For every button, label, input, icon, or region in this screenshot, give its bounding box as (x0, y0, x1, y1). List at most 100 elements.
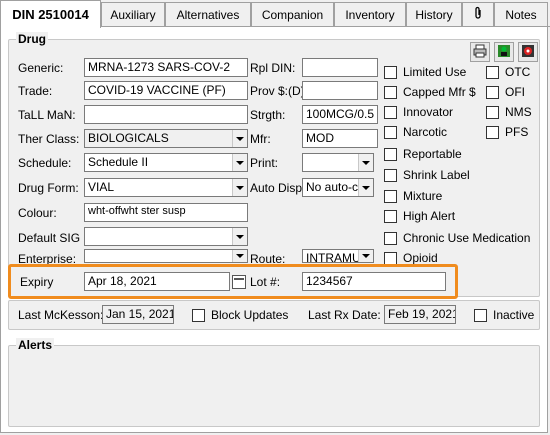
print-button[interactable] (470, 42, 490, 62)
tab-history[interactable]: History (406, 2, 462, 26)
checkbox-box[interactable] (384, 251, 397, 265)
schedule-select[interactable]: Schedule II (84, 153, 248, 172)
otc-label: OTC (505, 65, 531, 79)
dropdown-arrow-icon[interactable] (232, 228, 247, 245)
checkbox-box[interactable] (192, 308, 205, 322)
therclass-select[interactable]: BIOLOGICALS (84, 129, 248, 148)
rpldin-field[interactable] (302, 58, 378, 77)
autodisp-select[interactable]: No auto-c (302, 178, 374, 197)
last-rx-field: Feb 19, 2021 (384, 305, 456, 324)
dropdown-arrow-icon[interactable] (358, 179, 373, 196)
alerts-title: Alerts (16, 338, 55, 352)
route-value: INTRAMU (306, 251, 361, 263)
checkbox-box[interactable] (384, 65, 397, 79)
checkbox-box[interactable] (384, 168, 397, 182)
green-action-button[interactable] (494, 42, 514, 62)
narcotic-checkbox[interactable]: Narcotic (384, 125, 447, 139)
checkbox-box[interactable] (486, 65, 499, 79)
tab-inventory[interactable]: Inventory (334, 2, 406, 26)
route-select[interactable]: INTRAMU (302, 249, 374, 263)
tab-notes[interactable]: Notes (494, 2, 548, 26)
tab-auxiliary[interactable]: Auxiliary (101, 2, 165, 26)
autodisp-label: Auto Disp: (250, 181, 306, 195)
lot-label: Lot #: (250, 275, 281, 289)
trade-label: Trade: (18, 84, 53, 98)
ofi-checkbox[interactable]: OFI (486, 85, 525, 99)
checkbox-box[interactable] (384, 105, 397, 119)
mixture-label: Mixture (403, 189, 443, 203)
colour-field[interactable]: wht-offwht ster susp (84, 203, 248, 222)
drugform-value: VIAL (88, 180, 115, 194)
inactive-label: Inactive (493, 308, 535, 322)
prov-label: Prov $:(D) (250, 84, 305, 98)
trade-field[interactable]: COVID-19 VACCINE (PF) (84, 81, 248, 100)
ofi-label: OFI (505, 85, 525, 99)
red-action-button[interactable] (518, 42, 538, 62)
dropdown-arrow-icon[interactable] (232, 179, 247, 196)
tab-attachments[interactable] (462, 2, 494, 26)
opioid-checkbox[interactable]: Opioid (384, 251, 438, 265)
high-alert-label: High Alert (403, 209, 456, 223)
high-alert-checkbox[interactable]: High Alert (384, 209, 455, 223)
drug-group-title: Drug (16, 32, 48, 46)
dropdown-arrow-icon[interactable] (358, 154, 373, 171)
tab-din[interactable]: DIN 2510014 (0, 0, 101, 28)
limited-use-checkbox[interactable]: Limited Use (384, 65, 466, 79)
sig-label: Default SIG (18, 231, 81, 245)
checkbox-box[interactable] (384, 209, 397, 223)
shrink-label-label: Shrink Label (403, 168, 470, 182)
calendar-icon[interactable] (232, 275, 246, 289)
checkbox-box[interactable] (384, 189, 397, 203)
print-icon (473, 44, 487, 61)
pfs-label: PFS (505, 125, 529, 139)
enterprise-select[interactable] (84, 249, 248, 263)
opioid-label: Opioid (403, 251, 438, 265)
shrink-label-checkbox[interactable]: Shrink Label (384, 168, 470, 182)
chronic-use-checkbox[interactable]: Chronic Use Medication (384, 231, 530, 245)
capped-mfr-checkbox[interactable]: Capped Mfr $ (384, 85, 476, 99)
checkbox-box[interactable] (384, 85, 397, 99)
dropdown-arrow-icon[interactable] (232, 250, 247, 262)
enterprise-label: Enterprise: (18, 252, 77, 266)
block-updates-checkbox[interactable]: Block Updates (192, 308, 288, 322)
checkbox-box[interactable] (486, 85, 499, 99)
innovator-checkbox[interactable]: Innovator (384, 105, 453, 119)
drugform-select[interactable]: VIAL (84, 178, 248, 197)
mfr-field[interactable]: MOD (302, 129, 378, 148)
tallman-field[interactable] (84, 105, 248, 124)
last-rx-label: Last Rx Date: (308, 308, 381, 322)
prov-field[interactable] (302, 81, 378, 100)
checkbox-box[interactable] (474, 308, 487, 322)
pfs-checkbox[interactable]: PFS (486, 125, 528, 139)
dropdown-arrow-icon[interactable] (232, 154, 247, 171)
checkbox-box[interactable] (384, 125, 397, 139)
checkbox-box[interactable] (384, 147, 397, 161)
dropdown-arrow-icon[interactable] (232, 130, 247, 147)
limited-use-label: Limited Use (403, 65, 467, 79)
lot-field[interactable]: 1234567 (302, 272, 446, 291)
generic-label: Generic: (18, 61, 64, 75)
checkbox-box[interactable] (486, 105, 499, 119)
tab-alternatives[interactable]: Alternatives (165, 2, 251, 26)
inactive-checkbox[interactable]: Inactive (474, 308, 534, 322)
dropdown-arrow-icon[interactable] (358, 250, 373, 262)
strgth-field[interactable]: 100MCG/0.5 (302, 105, 378, 124)
expiry-field[interactable]: Apr 18, 2021 (84, 272, 230, 291)
otc-checkbox[interactable]: OTC (486, 65, 530, 79)
checkbox-box[interactable] (486, 125, 499, 139)
strgth-label: Strgth: (250, 108, 286, 122)
tab-companion[interactable]: Companion (251, 2, 334, 26)
print-select[interactable] (302, 153, 374, 172)
colour-label: Colour: (18, 206, 57, 220)
checkbox-box[interactable] (384, 231, 397, 245)
paperclip-icon (473, 6, 483, 23)
generic-field[interactable]: MRNA-1273 SARS-COV-2 (84, 58, 248, 77)
sig-select[interactable] (84, 227, 248, 246)
therclass-value: BIOLOGICALS (88, 131, 169, 145)
mixture-checkbox[interactable]: Mixture (384, 189, 442, 203)
nms-checkbox[interactable]: NMS (486, 105, 532, 119)
chronic-use-label: Chronic Use Medication (403, 231, 531, 245)
reportable-checkbox[interactable]: Reportable (384, 147, 462, 161)
route-label: Route: (250, 252, 286, 266)
alerts-group (8, 345, 540, 427)
